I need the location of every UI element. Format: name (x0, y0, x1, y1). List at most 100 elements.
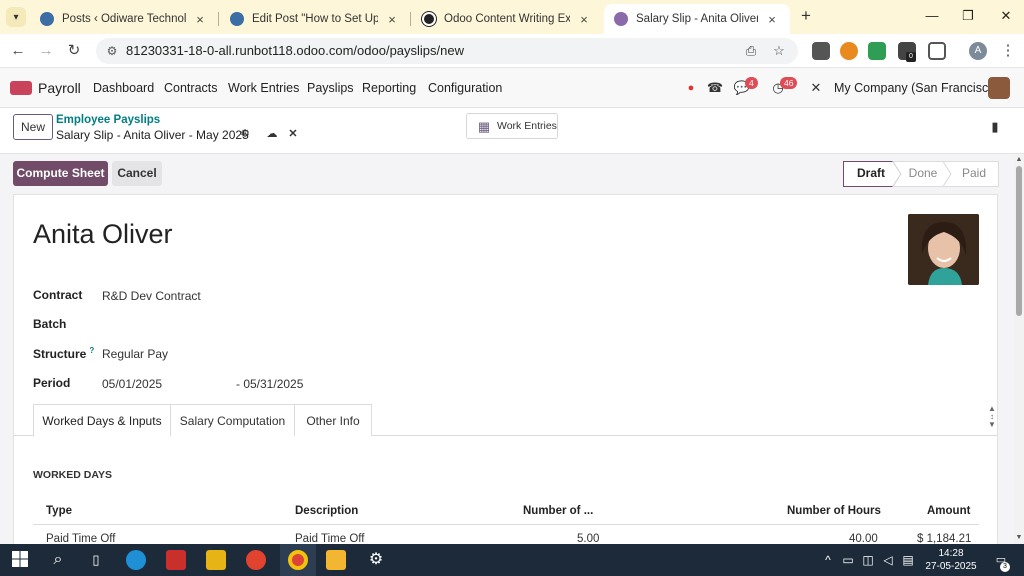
stage-draft[interactable]: Draft (846, 161, 896, 186)
close-tab-icon[interactable]: × (764, 12, 780, 27)
file-explorer-icon[interactable] (326, 550, 346, 570)
menu-contracts[interactable]: Contracts (164, 81, 218, 95)
address-bar[interactable]: ⚙ 81230331-18-0-all.runbot118.odoo.com/o… (96, 38, 798, 64)
wps-office-icon[interactable] (246, 550, 266, 570)
browser-tab-1[interactable]: Posts ‹ Odiware Technologies — × (30, 4, 218, 34)
task-view-icon[interactable]: ▯ (86, 550, 106, 570)
wordpress-favicon-icon (230, 12, 244, 26)
tab-search-icon[interactable]: ▾ (6, 7, 26, 27)
employee-name[interactable]: Anita Oliver (33, 219, 173, 250)
help-tooltip-icon[interactable]: ? (89, 346, 94, 355)
chrome-browser-icon[interactable] (288, 550, 308, 570)
scroll-thumb[interactable] (1016, 166, 1022, 316)
clock-time: 14:28 (938, 548, 964, 559)
column-number-of-hours[interactable]: Number of Hours (787, 505, 881, 517)
profile-avatar[interactable]: A (969, 42, 987, 60)
battery-icon[interactable]: ▭ (840, 552, 856, 568)
breadcrumb-employee-payslips[interactable]: Employee Payslips (56, 114, 160, 126)
install-app-icon[interactable]: ⎙ (742, 42, 760, 60)
tab-worked-days[interactable]: Worked Days & Inputs (33, 404, 171, 437)
page-scrollbar[interactable]: ▲ ▼ (1014, 154, 1024, 544)
scroll-down-arrow-icon[interactable]: ▼ (1015, 534, 1023, 542)
period-to-field[interactable]: - 05/31/2025 (236, 377, 303, 391)
app-name[interactable]: Payroll (38, 80, 81, 96)
extension-badge-icon[interactable]: 0 (898, 42, 916, 62)
structure-label-text: Structure (33, 347, 87, 361)
table-row[interactable]: Paid Time Off Paid Time Off 5.00 40.00 $… (33, 525, 979, 545)
power-bi-icon[interactable] (206, 550, 226, 570)
structure-field[interactable]: Regular Pay (102, 347, 168, 361)
url-text[interactable]: 81230331-18-0-all.runbot118.odoo.com/odo… (126, 43, 464, 58)
menu-work-entries[interactable]: Work Entries (228, 81, 299, 95)
record-dot-icon[interactable]: ● (682, 79, 700, 97)
menu-dashboard[interactable]: Dashboard (93, 81, 154, 95)
tab-other-info[interactable]: Other Info (294, 404, 372, 436)
contract-field[interactable]: R&D Dev Contract (102, 289, 201, 303)
stage-paid[interactable]: Paid (952, 161, 996, 186)
close-tab-icon[interactable]: × (192, 12, 208, 27)
cancel-button[interactable]: Cancel (112, 161, 162, 186)
close-window-button[interactable]: ✕ (992, 6, 1020, 26)
close-tab-icon[interactable]: × (384, 12, 400, 27)
chatter-resize-handle[interactable]: ▲ ↕ ▼ (986, 405, 998, 431)
column-description[interactable]: Description (295, 505, 358, 517)
menu-payslips[interactable]: Payslips (307, 81, 354, 95)
tab-divider (218, 12, 219, 26)
gear-icon[interactable]: ⚙ (238, 127, 252, 141)
browser-tab-2[interactable]: Edit Post "How to Set Up Payrol × (220, 4, 410, 34)
browser-menu-icon[interactable]: ⋮ (998, 41, 1018, 61)
pdf-reader-icon[interactable] (166, 550, 186, 570)
phone-icon[interactable]: ☎ (706, 79, 724, 97)
edge-browser-icon[interactable] (126, 550, 146, 570)
close-tab-icon[interactable]: × (576, 12, 592, 27)
payroll-app-icon[interactable] (10, 81, 32, 95)
column-type[interactable]: Type (46, 505, 72, 517)
user-avatar[interactable] (988, 77, 1010, 99)
work-entries-smart-button[interactable]: ▦ Work Entries (466, 113, 558, 139)
compute-sheet-button[interactable]: Compute Sheet (13, 161, 108, 186)
clock-date: 27-05-2025 (925, 561, 977, 572)
settings-gear-icon[interactable]: ⚙ (366, 550, 386, 570)
search-icon[interactable]: ⌕ (48, 550, 68, 570)
debug-tools-icon[interactable]: ✕ (807, 79, 825, 97)
back-icon[interactable]: ← (8, 41, 28, 61)
menu-configuration[interactable]: Configuration (428, 81, 502, 95)
breadcrumb-current-record: Salary Slip - Anita Oliver - May 2025 (56, 128, 249, 142)
column-amount[interactable]: Amount (927, 505, 970, 517)
tab-title: Posts ‹ Odiware Technologies — (62, 13, 186, 25)
browser-tab-active[interactable]: Salary Slip - Anita Oliver - May 2 × (604, 4, 790, 34)
tab-salary-computation[interactable]: Salary Computation (170, 404, 295, 436)
batch-field[interactable] (102, 318, 402, 332)
windows-start-icon[interactable] (10, 550, 30, 570)
bookmark-icon[interactable]: ▮ (988, 119, 1002, 135)
browser-tab-3[interactable]: Odoo Content Writing Expertise × (412, 4, 602, 34)
save-cloud-icon[interactable]: ☁ (265, 127, 279, 141)
extension-half-circle-icon[interactable] (840, 42, 858, 60)
new-tab-button[interactable]: + (796, 6, 816, 26)
maximize-button[interactable]: ❐ (954, 6, 982, 26)
bookmark-star-icon[interactable]: ☆ (770, 42, 788, 60)
system-clock[interactable]: 14:28 27-05-2025 (918, 547, 984, 573)
network-icon[interactable]: ◫ (860, 552, 876, 568)
extension-robot-icon[interactable] (812, 42, 830, 60)
new-button[interactable]: New (13, 114, 53, 140)
company-switcher[interactable]: My Company (San Francisco) (834, 81, 999, 95)
reload-icon[interactable]: ↻ (64, 41, 84, 61)
menu-reporting[interactable]: Reporting (362, 81, 416, 95)
extension-sheets-icon[interactable] (868, 42, 886, 60)
column-number-of-days[interactable]: Number of ... (523, 505, 593, 517)
extensions-puzzle-icon[interactable] (928, 42, 946, 60)
site-info-icon[interactable]: ⚙ (104, 43, 120, 59)
scroll-up-arrow-icon[interactable]: ▲ (1015, 156, 1023, 164)
keyboard-icon[interactable]: ▤ (900, 552, 916, 568)
contract-label: Contract (33, 288, 83, 302)
forward-icon[interactable]: → (36, 41, 56, 61)
period-from-field[interactable]: 05/01/2025 (102, 377, 162, 391)
employee-photo[interactable] (908, 214, 979, 285)
minimize-button[interactable]: — (918, 6, 946, 26)
stage-done[interactable]: Done (900, 161, 946, 186)
tray-overflow-chevron-icon[interactable]: ^ (820, 552, 836, 568)
discard-close-icon[interactable]: ✕ (286, 127, 300, 141)
odoo-main-navbar: Payroll Dashboard Contracts Work Entries… (0, 68, 1024, 108)
volume-icon[interactable]: ◁ (880, 552, 896, 568)
